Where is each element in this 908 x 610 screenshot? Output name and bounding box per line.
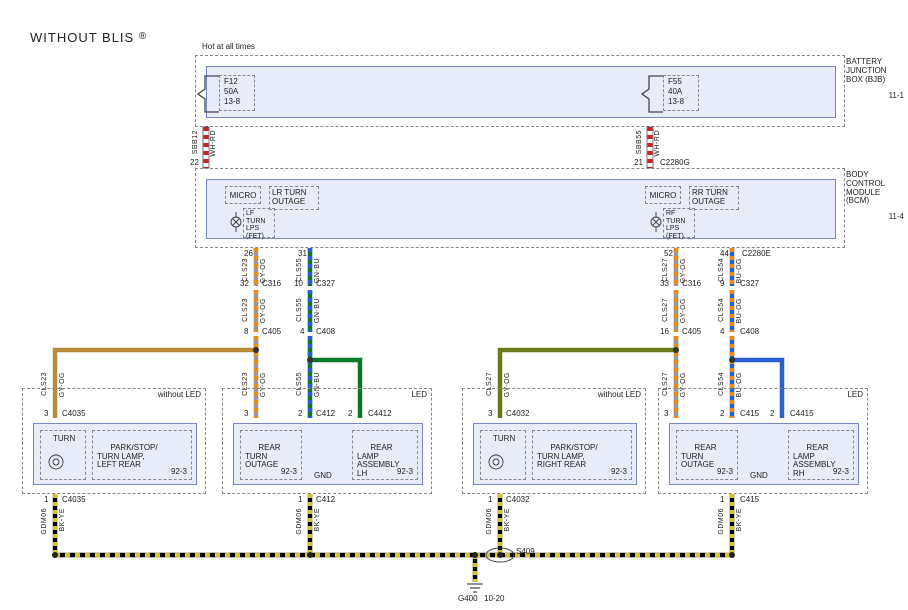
pin-4: 4 xyxy=(300,328,304,337)
f12-label: F12 xyxy=(224,78,238,87)
rto-right: REAR TURN OUTAGE 92-3 xyxy=(676,430,738,480)
gw4: GDM06 xyxy=(718,508,725,535)
c412b: C412 xyxy=(316,496,335,505)
gw2c: BK-YE xyxy=(314,508,321,532)
mod1-inner: TURN PARK/STOP/ TURN LAMP, LEFT REAR 92-… xyxy=(33,423,197,485)
c4032b: C4032 xyxy=(506,496,530,505)
pin-10: 10 xyxy=(294,280,303,289)
conn-c408r: C408 xyxy=(740,328,759,337)
conn-c408l: C408 xyxy=(316,328,335,337)
mod3-tag: without LED xyxy=(598,391,641,400)
mod4-inner: REAR TURN OUTAGE 92-3 GND REAR LAMP ASSE… xyxy=(669,423,859,485)
gnd2: GND xyxy=(314,472,332,481)
trademark-symbol: ® xyxy=(139,31,147,42)
f12-amp: 50A xyxy=(224,88,238,97)
pin-4r: 4 xyxy=(720,328,724,337)
bcm-container: BODY CONTROL MODULE (BCM) 11-4 MICRO LR … xyxy=(195,168,845,248)
pin-32: 32 xyxy=(240,280,249,289)
conn-c316r: C316 xyxy=(682,280,701,289)
bcm-ref: 11-4 xyxy=(889,213,904,222)
pin-9: 9 xyxy=(720,280,724,289)
p1-2: 1 xyxy=(298,496,302,505)
w-gyog-4: GY-OG xyxy=(680,298,687,323)
bjb-name: BATTERY JUNCTION BOX (BJB) xyxy=(846,58,904,84)
mod2-tag: LED xyxy=(411,391,427,400)
diagram-title: WITHOUT BLIS ® xyxy=(30,30,147,45)
c415b: C415 xyxy=(740,496,759,505)
g400-ref: 10-20 xyxy=(484,595,504,604)
gw3: GDM06 xyxy=(486,508,493,535)
p1-4: 1 xyxy=(720,496,724,505)
w-cls55-2: CLS55 xyxy=(296,298,303,322)
rr-turn-outage: RR TURN OUTAGE xyxy=(689,186,739,210)
w-cls54-2: CLS54 xyxy=(718,298,725,322)
gw4c: BK-YE xyxy=(736,508,743,532)
conn-c405r: C405 xyxy=(682,328,701,337)
gw3c: BK-YE xyxy=(504,508,511,532)
micro-left: MICRO xyxy=(225,186,261,204)
conn-c2280e: C2280E xyxy=(742,250,771,259)
c4035b: C4035 xyxy=(62,496,86,505)
conn-c316l: C316 xyxy=(262,280,281,289)
title-text: WITHOUT BLIS xyxy=(30,30,134,45)
conn-c405l: C405 xyxy=(262,328,281,337)
pin-16: 16 xyxy=(660,328,669,337)
f55-amp: 40A xyxy=(668,88,682,97)
fuse-f55: F55 40A 13-8 xyxy=(663,75,699,111)
rla-rh: REAR LAMP ASSEMBLY RH 92-3 xyxy=(788,430,854,480)
w-gnbu-2: GN-BU xyxy=(314,298,321,323)
hot-label: Hot at all times xyxy=(202,43,255,52)
splice-s409: S409 xyxy=(516,548,535,557)
bcm-name: BODY CONTROL MODULE (BCM) xyxy=(846,171,904,206)
bjb-container: Hot at all times BATTERY JUNCTION BOX (B… xyxy=(195,55,845,127)
wire-whrd2: WH-RD xyxy=(654,130,661,157)
p1-1: 1 xyxy=(44,496,48,505)
gw1c: BK-YE xyxy=(59,508,66,532)
bjb-inner: F12 50A 13-8 F55 40A 13-8 xyxy=(206,66,836,118)
pin-33: 33 xyxy=(660,280,669,289)
conn-c327r: C327 xyxy=(740,280,759,289)
mod4-tag: LED xyxy=(847,391,863,400)
mod2-inner: REAR TURN OUTAGE 92-3 GND REAR LAMP ASSE… xyxy=(233,423,423,485)
pst-left: PARK/STOP/ TURN LAMP, LEFT REAR 92-3 xyxy=(92,430,192,480)
conn-c327l: C327 xyxy=(316,280,335,289)
rla-lh: REAR LAMP ASSEMBLY LH 92-3 xyxy=(352,430,418,480)
mod2-container: LED REAR TURN OUTAGE 92-3 GND REAR LAMP … xyxy=(222,388,432,494)
turn-3: TURN xyxy=(480,430,526,480)
pin-8: 8 xyxy=(244,328,248,337)
wire-sbb12: SBB12 xyxy=(192,130,199,154)
mod3-container: without LED TURN PARK/STOP/ TURN LAMP, R… xyxy=(462,388,646,494)
pin-22: 22 xyxy=(190,159,199,168)
wire-whrd1: WH-RD xyxy=(210,130,217,157)
micro-right: MICRO xyxy=(645,186,681,204)
mod4-container: LED REAR TURN OUTAGE 92-3 GND REAR LAMP … xyxy=(658,388,868,494)
g400: G400 xyxy=(458,595,478,604)
rf-turn-lps: RF TURN LPS (FET) xyxy=(663,208,695,238)
w-buog-2: BU-OG xyxy=(736,298,743,323)
w-cls27-2: CLS27 xyxy=(662,298,669,322)
gw2: GDM06 xyxy=(296,508,303,535)
pin-21: 21 xyxy=(634,159,643,168)
lr-turn-outage: LR TURN OUTAGE xyxy=(269,186,319,210)
fuse-f12: F12 50A 13-8 xyxy=(219,75,255,111)
f55-page: 13-8 xyxy=(668,98,684,107)
turn-1: TURN xyxy=(40,430,86,480)
mod1-tag: without LED xyxy=(158,391,201,400)
mod3-inner: TURN PARK/STOP/ TURN LAMP, RIGHT REAR 92… xyxy=(473,423,637,485)
f55-label: F55 xyxy=(668,78,682,87)
lf-turn-lps: LF TURN LPS (FET) xyxy=(243,208,275,238)
bcm-inner: MICRO LR TURN OUTAGE LF TURN LPS (FET) M… xyxy=(206,179,836,239)
bjb-ref: 11-1 xyxy=(889,92,904,101)
gnd4: GND xyxy=(750,472,768,481)
wire-sbb55: SBB55 xyxy=(636,130,643,154)
w-cls23-2: CLS23 xyxy=(242,298,249,322)
p1-3: 1 xyxy=(488,496,492,505)
gw1: GDM06 xyxy=(41,508,48,535)
f12-page: 13-8 xyxy=(224,98,240,107)
rto-left: REAR TURN OUTAGE 92-3 xyxy=(240,430,302,480)
pst-right: PARK/STOP/ TURN LAMP, RIGHT REAR 92-3 xyxy=(532,430,632,480)
conn-c2280g: C2280G xyxy=(660,159,690,168)
w-gyog-3: GY-OG xyxy=(260,298,267,323)
mod1-container: without LED TURN PARK/STOP/ TURN LAMP, L… xyxy=(22,388,206,494)
